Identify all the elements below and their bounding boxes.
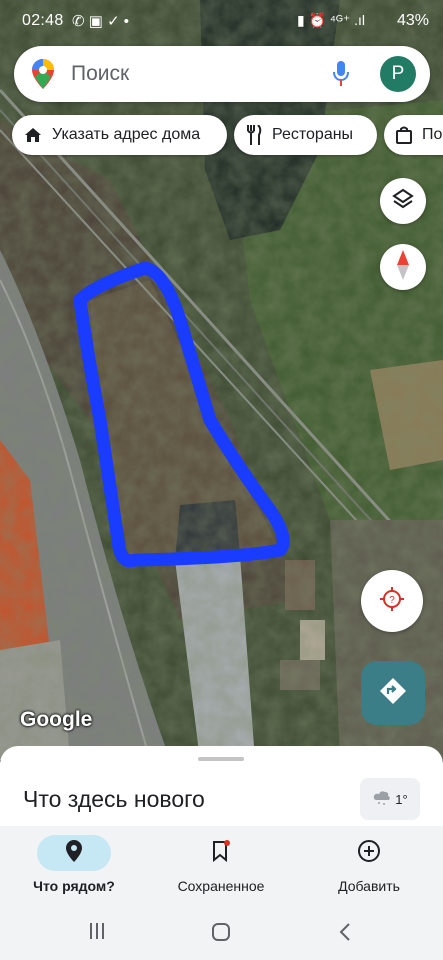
compass-icon	[396, 249, 410, 285]
status-time: 02:48	[22, 12, 64, 29]
nav-explore-indicator	[37, 835, 111, 871]
battery-level: 43%	[396, 12, 429, 29]
directions-button[interactable]	[361, 661, 425, 725]
directions-icon	[379, 677, 407, 710]
home-icon	[24, 126, 42, 144]
shopping-bag-icon	[396, 126, 412, 144]
mic-icon[interactable]	[332, 60, 350, 93]
weather-badge[interactable]: 1°	[360, 778, 420, 820]
my-location-button[interactable]: ?	[361, 570, 423, 632]
chip-label: По	[422, 126, 443, 143]
chip-shopping[interactable]: По	[384, 115, 443, 155]
nav-label: Сохраненное	[177, 878, 265, 894]
cloud-snow-icon	[372, 790, 392, 809]
chip-label: Указать адрес дома	[52, 126, 201, 143]
category-chips: Указать адрес дома Рестораны По	[0, 115, 443, 157]
restaurant-icon	[246, 125, 262, 145]
layers-icon	[392, 188, 414, 215]
maps-logo-icon	[32, 59, 54, 94]
sheet-title: Что здесь нового	[23, 786, 205, 812]
nav-saved[interactable]: Сохраненное	[147, 826, 295, 904]
pin-icon	[66, 839, 82, 867]
home-button-icon[interactable]	[211, 922, 231, 947]
nav-explore[interactable]: Что рядом?	[0, 826, 148, 904]
status-bar: 02:48 ✆ ▣ ✓ • ▮ ⏰ ⁴ᴳ⁺ .ıl 43%	[0, 0, 443, 44]
satellite-map[interactable]	[0, 0, 443, 760]
chip-restaurants[interactable]: Рестораны	[234, 115, 377, 155]
layers-button[interactable]	[380, 178, 426, 224]
avatar[interactable]: P	[380, 56, 416, 92]
sheet-drag-handle[interactable]	[198, 757, 244, 761]
nav-label: Что рядом?	[33, 878, 115, 894]
svg-text:?: ?	[389, 595, 395, 606]
explore-sheet[interactable]: Что здесь нового 1°	[0, 746, 443, 836]
search-input[interactable]: Поиск	[71, 62, 129, 86]
bookmark-icon	[211, 839, 231, 867]
nav-contribute[interactable]: Добавить	[295, 826, 443, 904]
chip-home-address[interactable]: Указать адрес дома	[12, 115, 227, 155]
nav-contribute-indicator	[332, 835, 406, 871]
google-logo: Google	[20, 708, 93, 731]
back-icon[interactable]	[338, 922, 352, 947]
nav-saved-indicator	[184, 835, 258, 871]
nav-label: Добавить	[338, 878, 400, 894]
compass-button[interactable]	[380, 244, 426, 290]
notification-icons: ✆ ▣ ✓ •	[72, 13, 130, 30]
search-bar[interactable]: Поиск P	[14, 46, 430, 102]
system-navigation-bar	[0, 904, 443, 960]
system-icons: ▮ ⏰ ⁴ᴳ⁺ .ıl	[296, 12, 365, 28]
bottom-navigation: Что рядом? Сохраненное Добавить	[0, 826, 443, 904]
weather-temp: 1°	[395, 791, 408, 807]
add-circle-icon	[357, 839, 381, 868]
recent-apps-icon[interactable]	[88, 922, 106, 945]
chip-label: Рестораны	[272, 126, 354, 143]
my-location-icon: ?	[379, 586, 405, 617]
